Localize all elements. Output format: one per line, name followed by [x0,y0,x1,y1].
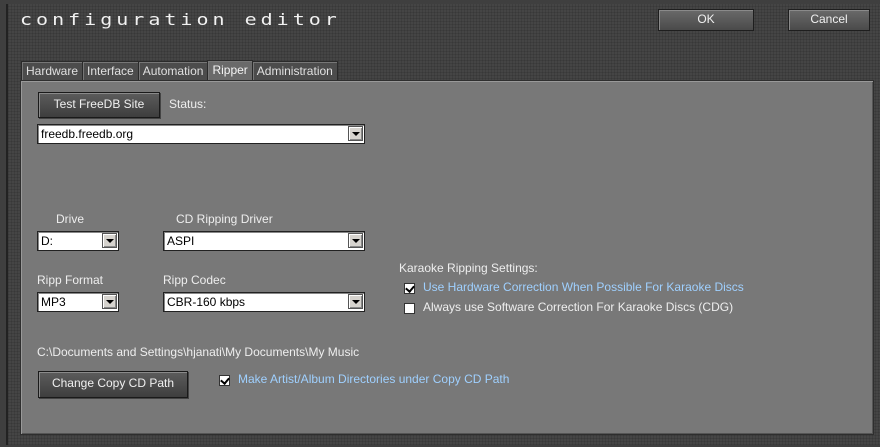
tab-ripper[interactable]: Ripper [207,60,253,80]
make-directories-label[interactable]: Make Artist/Album Directories under Copy… [238,372,509,386]
hardware-correction-checkbox[interactable] [404,283,415,294]
window-title: configuration editor [20,10,341,30]
configuration-editor-window: configuration editor OK Cancel Hardware … [6,4,880,445]
ripper-panel: Test FreeDB Site Status: freedb.freedb.o… [20,80,874,435]
ripp-codec-value: CBR-160 kbps [167,295,246,309]
freedb-server-value: freedb.freedb.org [41,127,134,141]
test-freedb-button[interactable]: Test FreeDB Site [38,92,160,118]
chevron-down-icon[interactable] [348,126,363,141]
chevron-down-icon[interactable] [102,294,117,309]
karaoke-settings-heading: Karaoke Ripping Settings: [399,261,538,275]
tab-bar: Hardware Interface Automation Ripper Adm… [21,60,338,80]
change-copy-cd-path-button[interactable]: Change Copy CD Path [38,371,188,398]
ok-button[interactable]: OK [658,9,754,31]
tab-hardware[interactable]: Hardware [21,61,84,80]
tab-automation[interactable]: Automation [137,61,209,80]
cd-ripping-driver-value: ASPI [167,234,195,248]
hardware-correction-label[interactable]: Use Hardware Correction When Possible Fo… [423,280,744,294]
tab-administration[interactable]: Administration [251,61,338,80]
status-label: Status: [169,97,207,111]
software-correction-checkbox[interactable] [404,303,415,314]
tab-interface[interactable]: Interface [82,61,139,80]
software-correction-label[interactable]: Always use Software Correction For Karao… [423,300,733,314]
ripp-codec-select[interactable]: CBR-160 kbps [163,292,365,312]
make-directories-checkbox[interactable] [219,375,230,386]
cd-ripping-driver-select[interactable]: ASPI [163,231,365,251]
title-bar: configuration editor OK Cancel [8,4,880,40]
cancel-button[interactable]: Cancel [788,9,870,31]
ripp-codec-label: Ripp Codec [163,273,226,287]
cd-ripping-driver-label: CD Ripping Driver [176,212,273,226]
chevron-down-icon[interactable] [348,294,363,309]
drive-value: D: [41,234,53,248]
drive-label: Drive [56,212,85,226]
freedb-server-select[interactable]: freedb.freedb.org [37,124,365,144]
drive-select[interactable]: D: [37,231,119,251]
ripp-format-select[interactable]: MP3 [37,292,119,312]
chevron-down-icon[interactable] [102,233,117,248]
copy-cd-path-text: C:\Documents and Settings\hjanati\My Doc… [37,345,360,359]
chevron-down-icon[interactable] [348,233,363,248]
ripp-format-label: Ripp Format [37,273,104,287]
ripp-format-value: MP3 [41,295,66,309]
